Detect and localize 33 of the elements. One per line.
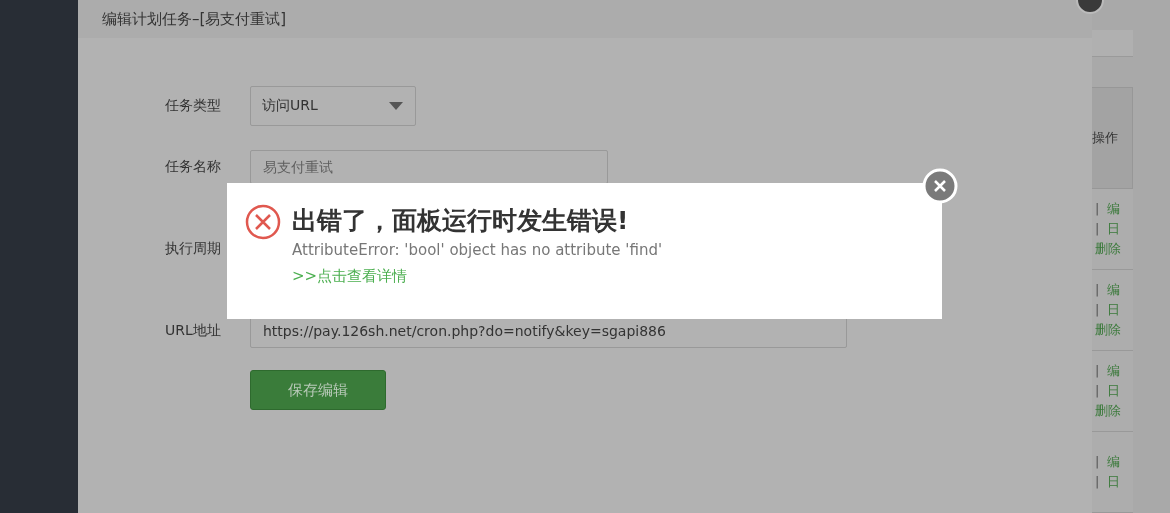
field-label: 任务类型	[165, 97, 222, 115]
separator-text: |	[1095, 473, 1100, 491]
field-label: 任务名称	[165, 158, 222, 176]
error-icon	[244, 203, 282, 241]
field-label: URL地址	[165, 322, 222, 340]
action-link[interactable]: 日	[1107, 472, 1121, 492]
input-field[interactable]: 易支付重试	[250, 150, 608, 184]
task-type-dropdown[interactable]: 访问URL	[250, 86, 416, 126]
field-label: 执行周期	[165, 240, 222, 258]
action-link[interactable]: 删除	[1095, 239, 1121, 259]
action-link[interactable]: 删除	[1095, 401, 1121, 421]
separator-text: |	[1095, 453, 1100, 471]
error-title: 出错了，面板运行时发生错误!	[292, 205, 630, 237]
separator-text: |	[1095, 362, 1100, 380]
caret-icon	[389, 102, 403, 110]
action-link[interactable]: 日	[1107, 381, 1121, 401]
action-link[interactable]: 删除	[1095, 320, 1121, 340]
save-button[interactable]: 保存编辑	[250, 370, 386, 410]
details-link[interactable]: >>点击查看详情	[292, 267, 663, 286]
action-link[interactable]: 编	[1107, 280, 1121, 300]
error-message: AttributeError: 'bool' object has no attribute 'find'	[292, 240, 663, 261]
separator-text: |	[1095, 301, 1100, 319]
column-header: 操作	[1092, 129, 1118, 147]
action-link[interactable]: 编	[1107, 361, 1121, 381]
action-link[interactable]: 编	[1107, 452, 1121, 472]
separator-text: |	[1095, 382, 1100, 400]
action-link[interactable]: 编	[1107, 199, 1121, 219]
modal-title: 编辑计划任务–[易支付重试]	[102, 9, 287, 29]
action-link[interactable]: 日	[1107, 300, 1121, 320]
separator-text: |	[1095, 220, 1100, 238]
separator-text: |	[1095, 281, 1100, 299]
separator-text: |	[1095, 200, 1100, 218]
action-link[interactable]: 日	[1107, 219, 1121, 239]
